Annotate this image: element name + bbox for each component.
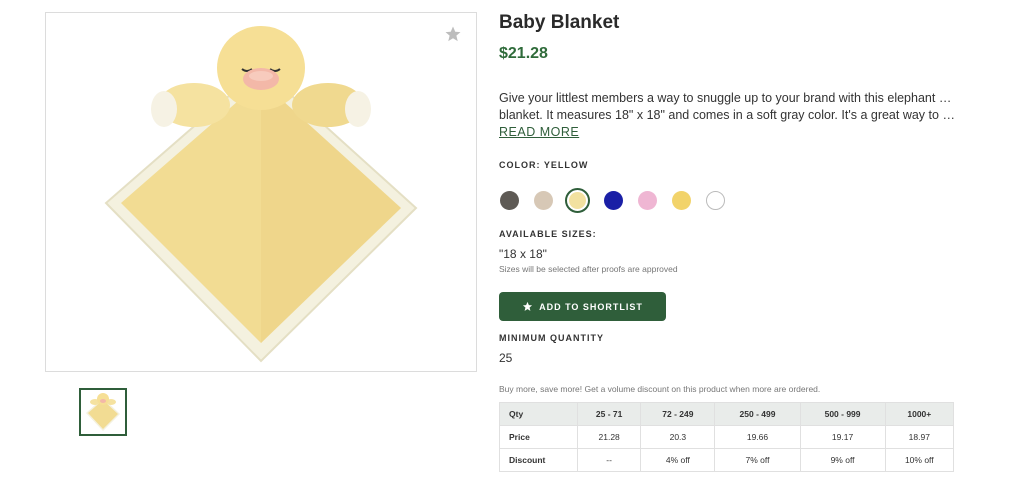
table-header-cell: 500 - 999 (799, 402, 886, 426)
color-label: COLOR: YELLOW (499, 160, 589, 170)
color-swatch-tan[interactable] (534, 191, 553, 210)
table-header-cell: 72 - 249 (640, 402, 716, 426)
color-swatch-yellow[interactable] (672, 191, 691, 210)
color-swatch-navy[interactable] (604, 191, 623, 210)
product-thumbnail[interactable] (79, 388, 127, 436)
table-cell: 4% off (640, 448, 716, 472)
color-swatch-brown-gray[interactable] (500, 191, 519, 210)
description-line-2: blanket. It measures 18" x 18" and comes… (499, 108, 957, 122)
duck-blanket-image (104, 26, 418, 363)
table-header-cell: Qty (499, 402, 578, 426)
minimum-quantity-value: 25 (499, 351, 513, 365)
table-row: Discount -- 4% off 7% off 9% off 10% off (499, 448, 955, 472)
product-title: Baby Blanket (499, 12, 620, 33)
table-row-label: Price (499, 425, 578, 449)
table-header-cell: 25 - 71 (576, 402, 642, 426)
product-price: $21.28 (499, 45, 548, 62)
table-cell: 7% off (714, 448, 801, 472)
read-more-link[interactable]: READ MORE (499, 125, 579, 139)
table-cell: 9% off (799, 448, 886, 472)
table-cell: 19.66 (714, 425, 801, 449)
table-cell: 21.28 (576, 425, 642, 449)
color-swatch-pink[interactable] (638, 191, 657, 210)
color-swatch-white[interactable] (706, 191, 725, 210)
color-swatches (500, 188, 740, 213)
table-cell: 18.97 (884, 425, 955, 449)
volume-pricing-table: Qty 25 - 71 72 - 249 250 - 499 500 - 999… (499, 402, 955, 472)
minimum-quantity-label: MINIMUM QUANTITY (499, 333, 604, 343)
size-value: "18 x 18" (499, 247, 547, 261)
product-image (45, 12, 477, 372)
table-header-cell: 1000+ (884, 402, 955, 426)
product-description: Give your littlest members a way to snug… (499, 90, 957, 124)
table-cell: 19.17 (799, 425, 886, 449)
table-cell: -- (576, 448, 642, 472)
add-to-shortlist-button[interactable]: ADD TO SHORTLIST (499, 292, 666, 321)
volume-discount-note: Buy more, save more! Get a volume discou… (499, 384, 821, 394)
table-cell: 10% off (884, 448, 955, 472)
duck-blanket-thumbnail (86, 393, 120, 431)
size-note: Sizes will be selected after proofs are … (499, 264, 678, 274)
table-row-label: Discount (499, 448, 578, 472)
table-row: Price 21.28 20.3 19.66 19.17 18.97 (499, 425, 955, 449)
shortlist-button-label: ADD TO SHORTLIST (539, 301, 643, 312)
description-line-1: Give your littlest members a way to snug… (499, 91, 957, 105)
sizes-label: AVAILABLE SIZES: (499, 229, 597, 239)
star-icon (522, 301, 533, 311)
table-header-cell: 250 - 499 (714, 402, 801, 426)
color-swatch-light-yellow[interactable] (565, 188, 590, 213)
star-icon[interactable] (444, 25, 462, 43)
table-cell: 20.3 (640, 425, 716, 449)
table-header-row: Qty 25 - 71 72 - 249 250 - 499 500 - 999… (499, 402, 955, 426)
